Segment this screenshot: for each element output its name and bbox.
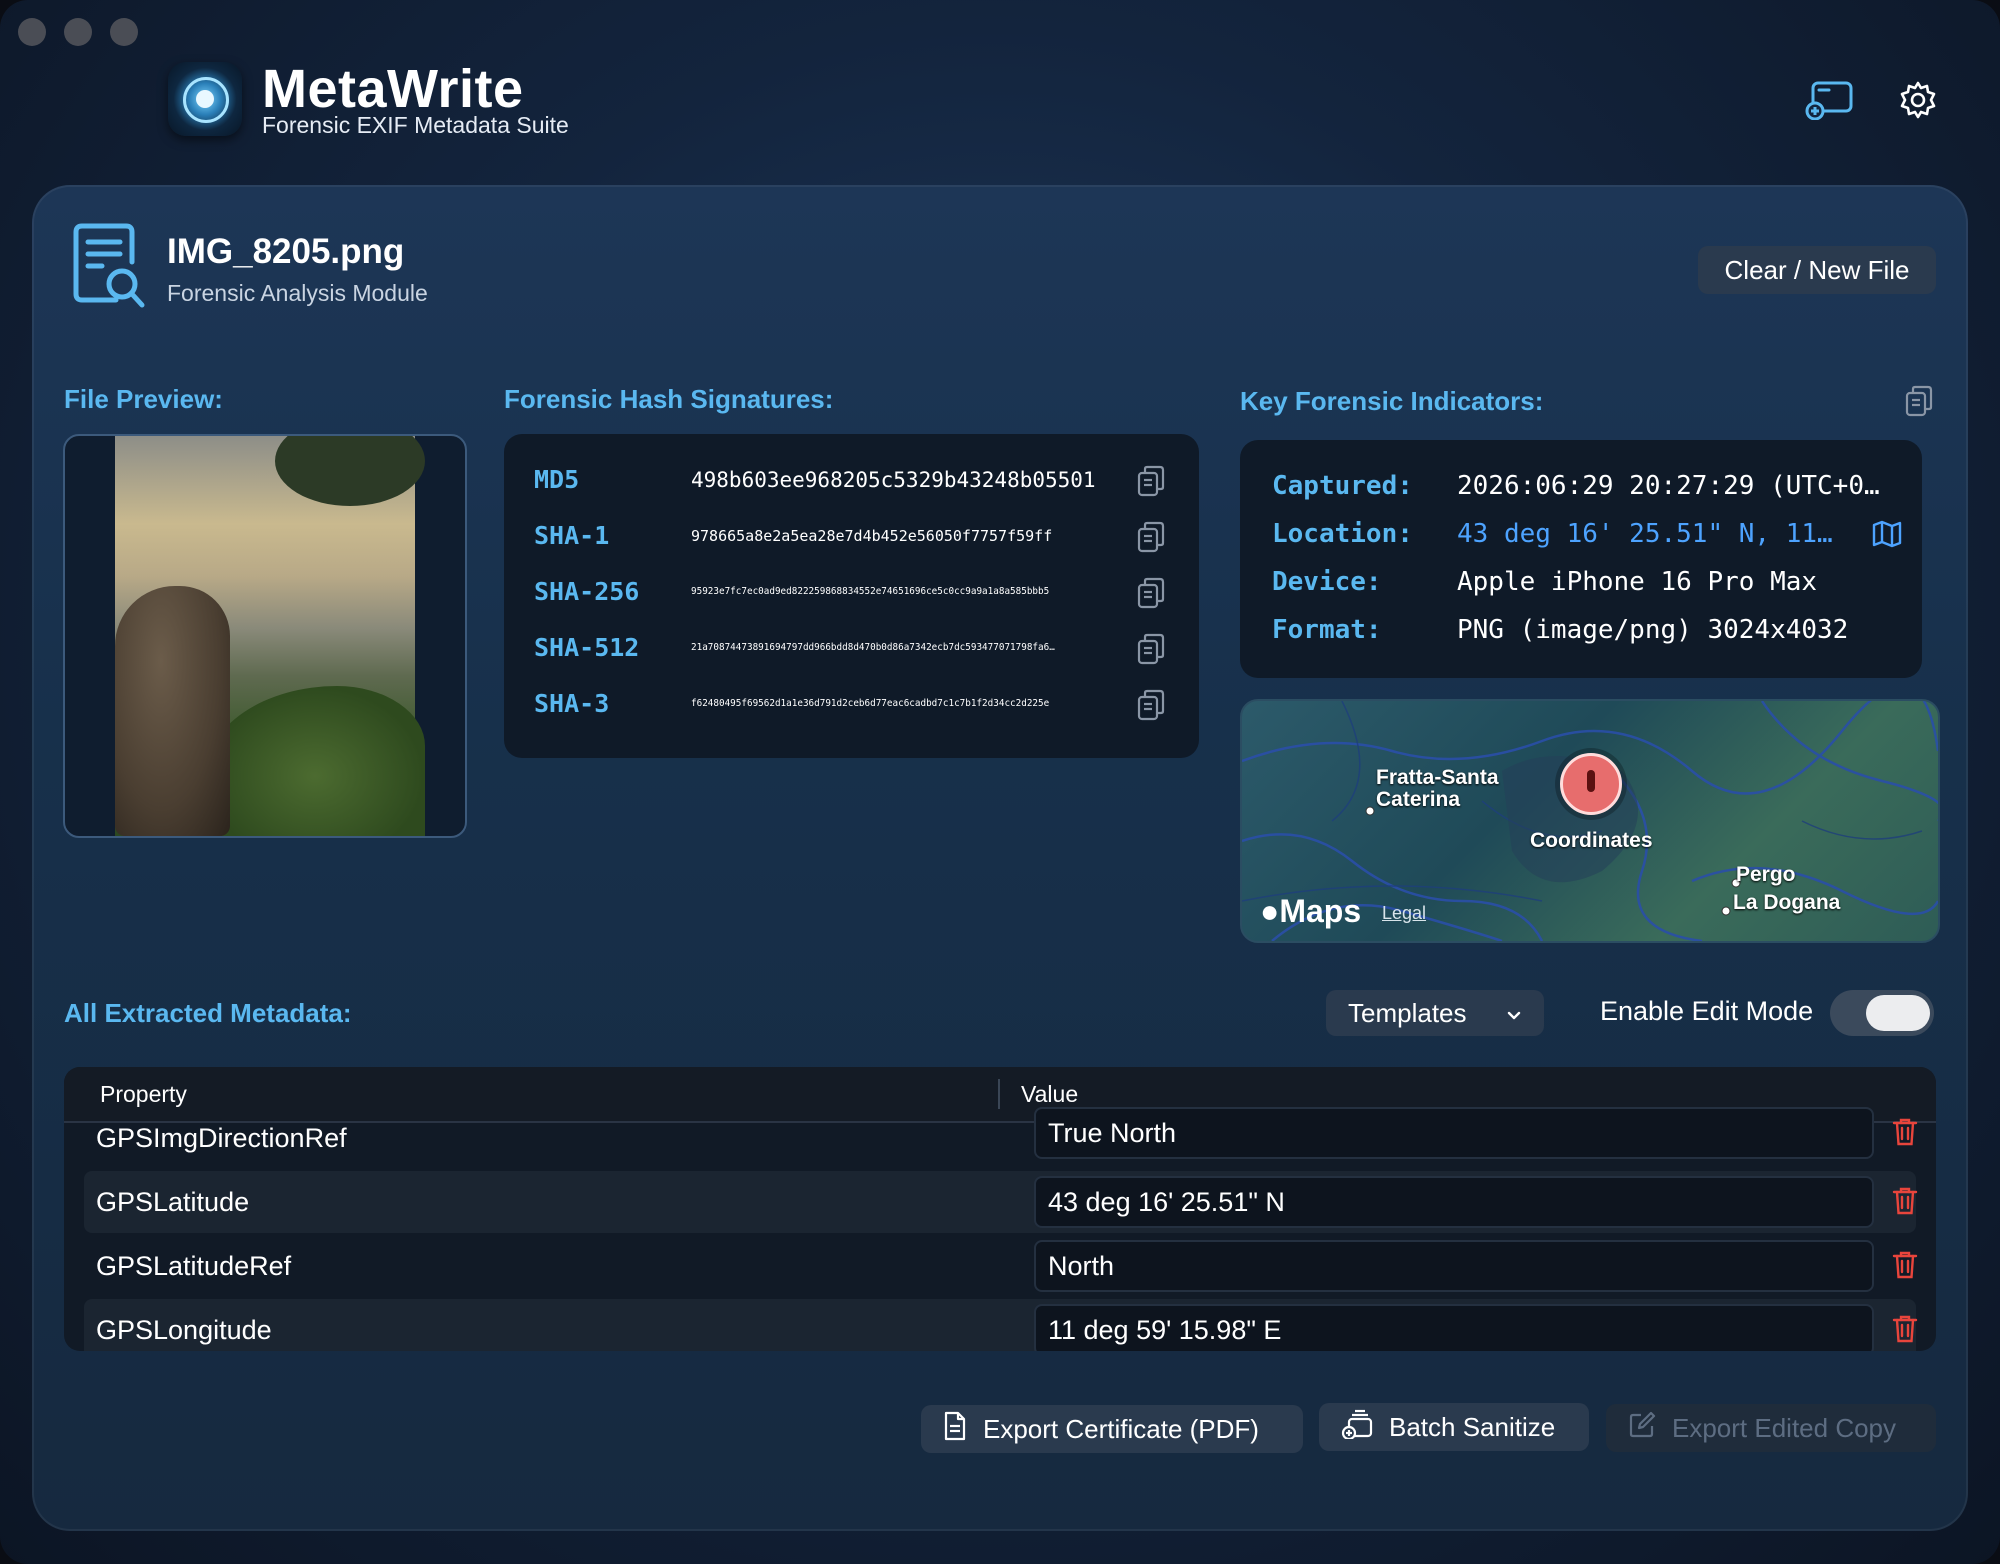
file-preview-image	[63, 434, 467, 838]
export-edited-copy-button[interactable]: Export Edited Copy	[1606, 1404, 1936, 1452]
value-field[interactable]: True North	[1034, 1107, 1874, 1159]
column-divider[interactable]	[998, 1079, 1000, 1109]
gear-icon[interactable]	[1892, 78, 1944, 122]
templates-dropdown[interactable]: Templates	[1326, 990, 1544, 1036]
metadata-table: Property Value GPSImgDirectionRef True N…	[64, 1067, 1936, 1351]
app-subtitle: Forensic EXIF Metadata Suite	[262, 112, 569, 138]
clear-new-file-button[interactable]: Clear / New File	[1698, 246, 1936, 294]
table-row: GPSImgDirectionRef True North	[84, 1107, 1918, 1173]
hash-row-sha512: SHA-512 21a70874473891694797dd966bdd8d47…	[534, 624, 1174, 672]
key-indicators-box: Captured: 2026:06:29 20:27:29 (UTC+0… Lo…	[1240, 440, 1922, 678]
all-metadata-heading: All Extracted Metadata:	[64, 998, 352, 1028]
trash-icon[interactable]	[1892, 1117, 1922, 1149]
edit-square-icon	[1628, 1411, 1656, 1446]
key-indicators-heading: Key Forensic Indicators:	[1240, 386, 1544, 416]
hash-row-md5: MD5 498b603ee968205c5329b43248b05501	[534, 456, 1174, 504]
map-place-fratta: Fratta-Santa Caterina	[1376, 766, 1499, 811]
copy-sha3-icon[interactable]	[1136, 688, 1166, 722]
app-logo	[168, 62, 242, 136]
value-field[interactable]: North	[1034, 1240, 1874, 1292]
trash-icon[interactable]	[1892, 1186, 1922, 1218]
hash-row-sha256: SHA-256 95923e7fc7ec0ad9ed82225986883455…	[534, 568, 1174, 616]
map-icon[interactable]	[1872, 520, 1902, 560]
copy-sha512-icon[interactable]	[1136, 632, 1166, 666]
minimize-window-button[interactable]	[64, 18, 92, 46]
copy-sha1-icon[interactable]	[1136, 520, 1166, 554]
add-screen-icon[interactable]	[1804, 78, 1856, 122]
apple-icon: ●	[1260, 893, 1280, 929]
hash-row-sha3: SHA-3 f62480495f69562d1a1e36d791d2ceb6d7…	[534, 680, 1174, 728]
hash-row-sha1: SHA-1 978665a8e2a5ea28e7d4b452e56050f775…	[534, 512, 1174, 560]
file-preview-heading: File Preview:	[64, 384, 223, 414]
batch-stack-icon	[1341, 1409, 1373, 1446]
copy-md5-icon[interactable]	[1136, 464, 1166, 498]
hash-value: 95923e7fc7ec0ad9ed822259868834552e746516…	[691, 586, 1050, 597]
app-window: MetaWrite Forensic EXIF Metadata Suite I…	[0, 0, 2000, 1564]
hash-signatures-box: MD5 498b603ee968205c5329b43248b05501 SHA…	[504, 434, 1199, 758]
apple-maps-logo: ●Maps	[1260, 893, 1362, 929]
window-controls	[18, 18, 138, 46]
close-window-button[interactable]	[18, 18, 46, 46]
copy-indicators-icon[interactable]	[1904, 384, 1934, 418]
copy-sha256-icon[interactable]	[1136, 576, 1166, 610]
hash-value: 498b603ee968205c5329b43248b05501	[691, 468, 1096, 492]
map-place-la-dogana: La Dogana	[1733, 891, 1841, 914]
export-certificate-button[interactable]: Export Certificate (PDF)	[921, 1405, 1303, 1453]
file-module-label: Forensic Analysis Module	[167, 280, 428, 306]
hash-signatures-heading: Forensic Hash Signatures:	[504, 384, 834, 414]
document-icon	[943, 1411, 967, 1448]
trash-icon[interactable]	[1892, 1314, 1922, 1346]
batch-sanitize-button[interactable]: Batch Sanitize	[1319, 1403, 1589, 1451]
dog-figure	[115, 586, 230, 836]
map-pin-label: Coordinates	[1530, 829, 1653, 852]
maps-legal-link[interactable]: Legal	[1382, 903, 1426, 924]
table-row: GPSLatitudeRef North	[84, 1235, 1918, 1297]
table-row: GPSLongitude 11 deg 59' 15.98" E	[84, 1299, 1918, 1351]
location-map[interactable]: Fratta-Santa Caterina Pergo La Dogana Co…	[1240, 699, 1940, 943]
toggle-knob	[1866, 995, 1930, 1031]
hash-value: 978665a8e2a5ea28e7d4b452e56050f7757f59ff	[691, 527, 1053, 545]
chevron-down-icon	[1506, 998, 1522, 1029]
map-pin-icon[interactable]	[1560, 753, 1622, 815]
hash-value: 21a70874473891694797dd966bdd8d470b0d86a7…	[691, 642, 1055, 653]
value-field[interactable]: 11 deg 59' 15.98" E	[1034, 1304, 1874, 1351]
table-row: GPSLatitude 43 deg 16' 25.51" N	[84, 1171, 1918, 1233]
zoom-window-button[interactable]	[110, 18, 138, 46]
value-field[interactable]: 43 deg 16' 25.51" N	[1034, 1176, 1874, 1228]
map-place-pergo: Pergo	[1736, 863, 1796, 886]
location-link[interactable]: 43 deg 16' 25.51" N, 11…	[1457, 514, 1857, 554]
file-name: IMG_8205.png	[167, 232, 405, 271]
trash-icon[interactable]	[1892, 1250, 1922, 1282]
document-search-icon	[72, 222, 146, 310]
edit-mode-label: Enable Edit Mode	[1600, 996, 1814, 1026]
hash-value: f62480495f69562d1a1e36d791d2ceb6d77eac6c…	[691, 698, 1050, 709]
app-title: MetaWrite	[262, 59, 524, 119]
edit-mode-toggle[interactable]	[1830, 990, 1934, 1036]
